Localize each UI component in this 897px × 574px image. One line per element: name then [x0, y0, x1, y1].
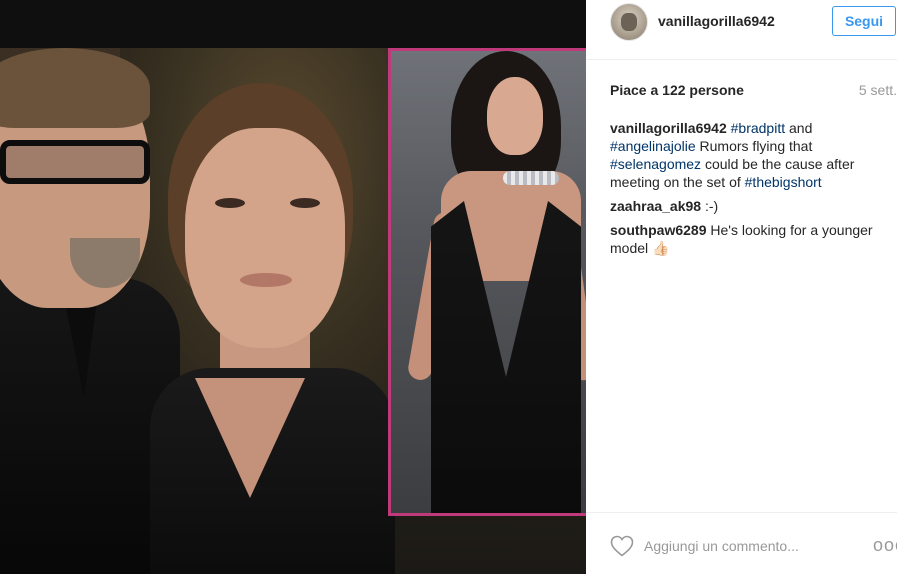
hashtag-link[interactable]: #angelinajolie [610, 138, 696, 154]
inset-photo [388, 48, 586, 516]
inset-figure-choker [503, 171, 559, 185]
woman-figure-eye-left [215, 198, 245, 208]
comment-item: southpaw6289 He's looking for a younger … [610, 221, 890, 257]
comment-username[interactable]: southpaw6289 [610, 222, 706, 238]
woman-figure-face [185, 128, 345, 348]
more-options-icon[interactable]: ooo [873, 535, 897, 555]
post-photo[interactable] [0, 0, 586, 574]
comments-list: vanillagorilla6942 #bradpitt and #angeli… [610, 119, 890, 263]
inset-figure-face [487, 77, 543, 155]
caption-text: and [785, 120, 813, 136]
hashtag-link[interactable]: #thebigshort [745, 174, 822, 190]
woman-figure-eye-right [290, 198, 320, 208]
comment-input[interactable] [644, 535, 834, 557]
photo-top-letterbox [0, 0, 586, 48]
post-timestamp[interactable]: 5 sett. [859, 82, 897, 98]
comment-username[interactable]: zaahraa_ak98 [610, 198, 701, 214]
hashtag-link[interactable]: #bradpitt [731, 120, 785, 136]
caption-username[interactable]: vanillagorilla6942 [610, 120, 727, 136]
hashtag-link[interactable]: #selenagomez [610, 156, 701, 172]
avatar[interactable] [610, 3, 648, 41]
man-figure-hair [0, 48, 150, 128]
username-link[interactable]: vanillagorilla6942 [658, 13, 775, 29]
heart-icon[interactable] [610, 535, 634, 557]
post-header: vanillagorilla6942 Segui [586, 0, 897, 60]
photo-scene [0, 48, 586, 574]
post-sidebar: vanillagorilla6942 Segui Piace a 122 per… [586, 0, 897, 574]
woman-figure-lips [240, 273, 292, 287]
comment-bar: ooo [586, 512, 897, 574]
man-figure-glasses [0, 140, 150, 184]
comment-item: zaahraa_ak98 :-) [610, 197, 890, 215]
caption-text: Rumors flying that [695, 138, 813, 154]
likes-count[interactable]: Piace a 122 persone [610, 82, 744, 98]
caption: vanillagorilla6942 #bradpitt and #angeli… [610, 119, 890, 191]
follow-button[interactable]: Segui [832, 6, 896, 36]
comment-text: :-) [704, 198, 719, 214]
